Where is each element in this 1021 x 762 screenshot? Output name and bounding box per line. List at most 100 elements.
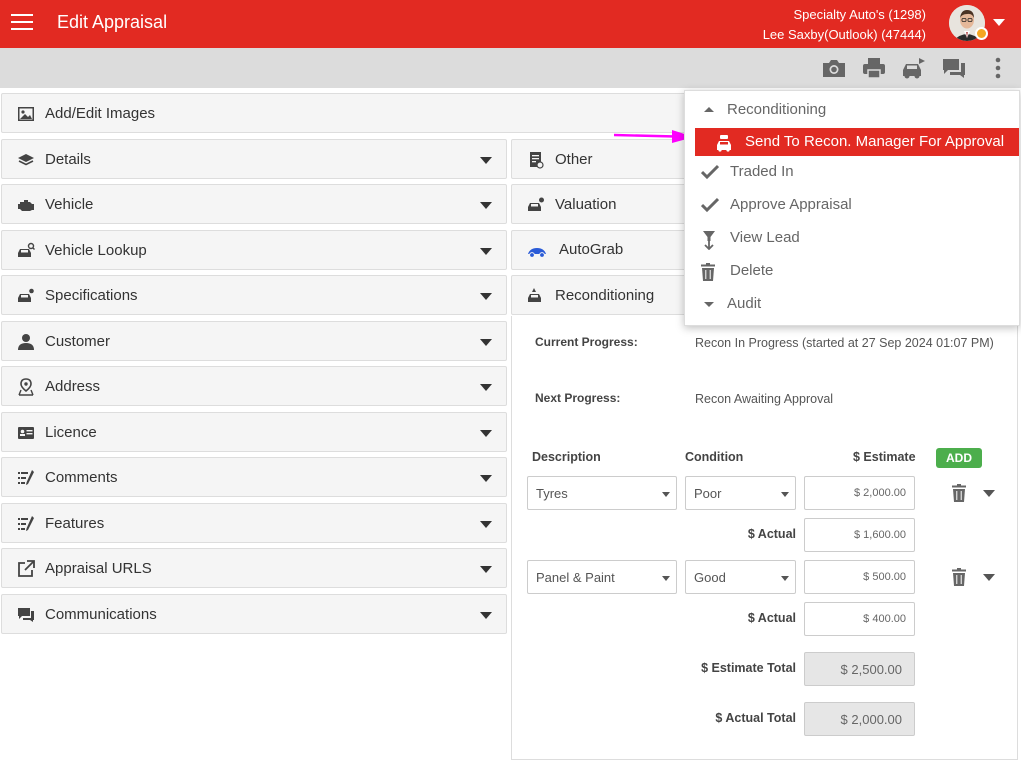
panel-specifications[interactable]: Specifications — [1, 275, 507, 315]
current-progress-label: Current Progress: — [535, 335, 638, 349]
panel-label: Other — [555, 151, 593, 168]
panel-label: Vehicle — [45, 196, 94, 213]
user-name: Lee Saxby(Outlook) (47444) — [762, 27, 926, 42]
document-icon — [527, 151, 545, 169]
estimate-input[interactable]: $ 500.00 — [804, 560, 915, 594]
chat-icon[interactable] — [941, 56, 967, 80]
toolbar — [0, 48, 1021, 88]
chevron-down-icon — [480, 293, 492, 300]
check-icon — [700, 164, 720, 180]
image-icon — [17, 105, 35, 123]
panel-label: Licence — [45, 424, 97, 441]
caret-down-icon — [701, 296, 717, 312]
chevron-down-icon — [480, 612, 492, 619]
map-pin-icon — [17, 378, 35, 396]
panel-vehicle[interactable]: Vehicle — [1, 184, 507, 224]
actual-total-value: $ 2,000.00 — [804, 702, 915, 736]
panel-label: Features — [45, 515, 105, 532]
user-menu-caret-icon[interactable] — [993, 19, 1005, 26]
layers-icon — [17, 151, 35, 169]
user-info: Specialty Auto's (1298) Lee Saxby(Outloo… — [763, 5, 926, 45]
chevron-down-icon — [480, 157, 492, 164]
car-search-icon — [17, 242, 35, 260]
panel-label: Add/Edit Images — [45, 105, 156, 122]
condition-value: Good — [694, 570, 726, 585]
panel-address[interactable]: Address — [1, 366, 507, 406]
page-title: Edit Appraisal — [57, 12, 168, 32]
panel-label: Details — [45, 151, 91, 168]
panel-vehicle-lookup[interactable]: Vehicle Lookup — [1, 230, 507, 270]
camera-icon[interactable] — [821, 56, 847, 80]
chat-icon — [17, 606, 35, 624]
car-settings-icon — [17, 287, 35, 305]
add-recon-item-button[interactable]: ADD — [936, 448, 982, 468]
actual-label: $ Actual — [747, 611, 796, 625]
row-expand-caret-icon[interactable] — [983, 490, 995, 497]
menu-item-view-lead[interactable]: View Lead — [685, 224, 1021, 252]
condition-select[interactable]: Good — [685, 560, 796, 594]
panel-appraisal-urls[interactable]: Appraisal URLS — [1, 548, 507, 588]
dealer-name: Specialty Auto's (1298) — [793, 7, 926, 22]
panel-licence[interactable]: Licence — [1, 412, 507, 452]
status-indicator — [975, 27, 988, 40]
menu-item-audit[interactable]: Audit — [685, 290, 1021, 318]
hamburger-menu-icon[interactable] — [11, 14, 33, 32]
actual-label: $ Actual — [747, 527, 796, 541]
list-edit-icon — [17, 469, 35, 487]
chevron-down-icon — [480, 202, 492, 209]
print-icon[interactable] — [861, 56, 887, 80]
estimate-total-label: $ Estimate Total — [701, 661, 796, 675]
menu-item-label: Approve Appraisal — [730, 196, 852, 213]
menu-header-reconditioning[interactable]: Reconditioning — [685, 96, 1021, 124]
condition-select[interactable]: Poor — [685, 476, 796, 510]
chevron-down-icon — [480, 339, 492, 346]
funnel-icon — [701, 230, 717, 251]
menu-item-send-to-recon-manager[interactable]: Send To Recon. Manager For Approval — [695, 128, 1019, 156]
panel-label: Communications — [45, 606, 157, 623]
actual-input[interactable]: $ 1,600.00 — [804, 518, 915, 552]
menu-item-label: Delete — [730, 262, 774, 279]
description-select[interactable]: Panel & Paint — [527, 560, 677, 594]
menu-item-delete[interactable]: Delete — [685, 257, 1021, 285]
chevron-down-icon — [781, 576, 789, 581]
estimate-input[interactable]: $ 2,000.00 — [804, 476, 915, 510]
autograb-car-icon — [527, 242, 546, 260]
car-wrench-icon — [715, 134, 731, 152]
external-link-icon — [17, 560, 35, 578]
description-value: Panel & Paint — [536, 570, 615, 585]
car-swap-icon[interactable] — [901, 56, 927, 80]
chevron-down-icon — [480, 475, 492, 482]
panel-details[interactable]: Details — [1, 139, 507, 179]
panel-label: Specifications — [45, 287, 138, 304]
panel-comments[interactable]: Comments — [1, 457, 507, 497]
panel-label: Reconditioning — [555, 287, 655, 304]
chevron-down-icon — [662, 576, 670, 581]
trash-icon[interactable] — [952, 484, 966, 502]
car-dollar-icon — [527, 196, 545, 214]
next-progress-label: Next Progress: — [535, 391, 621, 405]
check-icon — [700, 197, 720, 213]
list-edit-icon — [17, 515, 35, 533]
menu-item-label: Send To Recon. Manager For Approval — [745, 133, 1005, 150]
menu-item-label: Traded In — [730, 163, 794, 180]
chevron-down-icon — [781, 492, 789, 497]
estimate-total-value: $ 2,500.00 — [804, 652, 915, 686]
menu-item-approve-appraisal[interactable]: Approve Appraisal — [685, 191, 1021, 219]
chevron-down-icon — [480, 248, 492, 255]
panel-communications[interactable]: Communications — [1, 594, 507, 634]
description-select[interactable]: Tyres — [527, 476, 677, 510]
panel-customer[interactable]: Customer — [1, 321, 507, 361]
trash-icon[interactable] — [952, 568, 966, 586]
more-vert-icon[interactable] — [988, 56, 1008, 80]
panel-label: Customer — [45, 333, 111, 350]
panel-label: Address — [45, 378, 101, 395]
id-card-icon — [17, 424, 35, 442]
column-header-estimate: $ Estimate — [853, 450, 916, 464]
menu-item-traded-in[interactable]: Traded In — [685, 158, 1021, 186]
panel-features[interactable]: Features — [1, 503, 507, 543]
row-expand-caret-icon[interactable] — [983, 574, 995, 581]
actual-input[interactable]: $ 400.00 — [804, 602, 915, 636]
description-value: Tyres — [536, 486, 568, 501]
condition-value: Poor — [694, 486, 722, 501]
app-header: Edit Appraisal Specialty Auto's (1298) L… — [0, 0, 1021, 48]
